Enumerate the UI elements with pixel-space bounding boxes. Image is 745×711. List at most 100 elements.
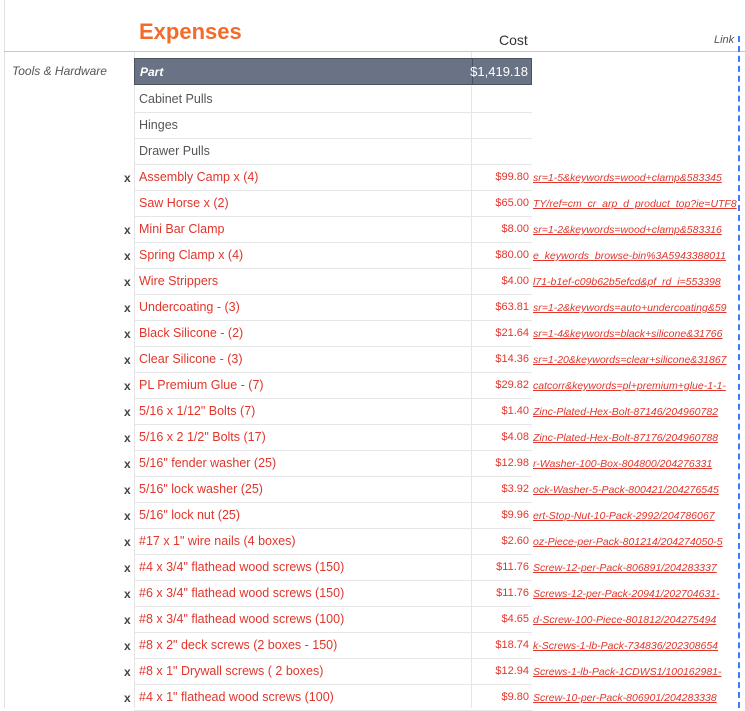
cost-column-header[interactable]: Cost	[499, 32, 528, 48]
purchased-mark[interactable]: x	[124, 301, 131, 315]
part-name[interactable]: 5/16 x 2 1/2" Bolts (17)	[139, 430, 266, 444]
product-link[interactable]: -Screws-12-per-Pack-20941/202704631	[533, 588, 738, 600]
purchased-mark[interactable]: x	[124, 639, 131, 653]
table-row[interactable]: x #8 x 3/4" flathead wood screws (100) $4.…	[0, 607, 745, 633]
table-row[interactable]: x Undercoating - (3) $63.81 59&sr=1-2&keywo…	[0, 295, 745, 321]
link-column-header[interactable]: Link	[714, 34, 734, 46]
part-cost[interactable]: $18.74	[495, 639, 529, 651]
product-link[interactable]: Screw-12-per-Pack-806891/204283337	[533, 562, 738, 574]
purchased-mark[interactable]: x	[124, 691, 131, 705]
part-cost[interactable]: $14.36	[495, 353, 529, 365]
part-cost[interactable]: $12.98	[495, 457, 529, 469]
part-name[interactable]: 5/16 x 1/12" Bolts (7)	[139, 404, 255, 418]
table-row[interactable]: x PL Premium Glue - (7) $29.82 -1-1-catcorr…	[0, 373, 745, 399]
product-link[interactable]: -1-1-catcorr&keywords=pl+premium+glue	[533, 380, 738, 392]
part-cost[interactable]: $21.64	[495, 327, 529, 339]
product-link[interactable]: 583345&sr=1-5&keywords=wood+clamp	[533, 172, 738, 184]
purchased-mark[interactable]: x	[124, 353, 131, 367]
part-name[interactable]: Spring Clamp x (4)	[139, 248, 243, 262]
table-row[interactable]: x #4 x 3/4" flathead wood screws (150) $11…	[0, 555, 745, 581]
part-cost[interactable]: $1.40	[501, 405, 529, 417]
part-name[interactable]: Black Silicone - (2)	[139, 326, 243, 340]
product-link[interactable]: 5-oz-Piece-per-Pack-801214/204274050	[533, 536, 738, 548]
part-name[interactable]: Wire Strippers	[139, 274, 218, 288]
product-link[interactable]: Zinc-Plated-Hex-Bolt-87146/204960782	[533, 406, 738, 418]
product-link[interactable]: Screw-10-per-Pack-806901/204283338	[533, 692, 738, 704]
part-cost[interactable]: $4.00	[501, 275, 529, 287]
table-row[interactable]: x Spring Clamp x (4) $80.00 e_keywords_brow…	[0, 243, 745, 269]
part-cost[interactable]: $8.00	[501, 223, 529, 235]
table-row[interactable]: Hinges	[0, 113, 745, 139]
part-cost[interactable]: $9.80	[501, 691, 529, 703]
purchased-mark[interactable]: x	[124, 223, 131, 237]
part-cost[interactable]: $3.92	[501, 483, 529, 495]
part-name[interactable]: 5/16" lock nut (25)	[139, 508, 240, 522]
part-cost[interactable]: $80.00	[495, 249, 529, 261]
product-link[interactable]: Zinc-Plated-Hex-Bolt-87176/204960788	[533, 432, 738, 444]
part-cost[interactable]: $65.00	[495, 197, 529, 209]
part-header-row[interactable]: Part $1,419.18	[134, 58, 532, 85]
table-row[interactable]: x Black Silicone - (2) $21.64 31766&sr=1-4&…	[0, 321, 745, 347]
part-cost[interactable]: $9.96	[501, 509, 529, 521]
table-row[interactable]: x 5/16" fender washer (25) $12.98 r-Washer-…	[0, 451, 745, 477]
purchased-mark[interactable]: x	[124, 483, 131, 497]
table-row[interactable]: Cabinet Pulls	[0, 87, 745, 113]
table-row[interactable]: Saw Horse x (2) $65.00 TY/ref=cm_cr_arp_d_…	[0, 191, 745, 217]
table-row[interactable]: x 5/16 x 2 1/2" Bolts (17) $4.08 Zinc-Plate…	[0, 425, 745, 451]
table-row[interactable]: Drawer Pulls	[0, 139, 745, 165]
part-name[interactable]: Cabinet Pulls	[139, 92, 213, 106]
part-name[interactable]: #8 x 1" Drywall screws ( 2 boxes)	[139, 664, 323, 678]
part-name[interactable]: Clear Silicone - (3)	[139, 352, 243, 366]
table-row[interactable]: x Clear Silicone - (3) $14.36 31867&sr=1-20…	[0, 347, 745, 373]
table-row[interactable]: x Mini Bar Clamp $8.00 583316&sr=1-2&keywor…	[0, 217, 745, 243]
part-name[interactable]: #6 x 3/4" flathead wood screws (150)	[139, 586, 344, 600]
part-name[interactable]: #8 x 3/4" flathead wood screws (100)	[139, 612, 344, 626]
table-row[interactable]: x 5/16 x 1/12" Bolts (7) $1.40 Zinc-Plated-…	[0, 399, 745, 425]
part-name[interactable]: 5/16" lock washer (25)	[139, 482, 263, 496]
part-name[interactable]: Mini Bar Clamp	[139, 222, 224, 236]
part-name[interactable]: Saw Horse x (2)	[139, 196, 229, 210]
product-link[interactable]: 31867&sr=1-20&keywords=clear+silicone	[533, 354, 738, 366]
category-label[interactable]: Tools & Hardware	[12, 64, 107, 78]
product-link[interactable]: 31766&sr=1-4&keywords=black+silicone	[533, 328, 738, 340]
part-name[interactable]: Undercoating - (3)	[139, 300, 240, 314]
part-name[interactable]: Assembly Camp x (4)	[139, 170, 258, 184]
part-name[interactable]: Drawer Pulls	[139, 144, 210, 158]
part-name[interactable]: PL Premium Glue - (7)	[139, 378, 264, 392]
table-row[interactable]: x #4 x 1" flathead wood screws (100) $9.80…	[0, 685, 745, 711]
part-name[interactable]: #4 x 1" flathead wood screws (100)	[139, 690, 334, 704]
product-link[interactable]: -Screws-1-lb-Pack-1CDWS1/100162981	[533, 666, 738, 678]
product-link[interactable]: l71-b1ef-c09b62b5efcd&pf_rd_i=553398	[533, 276, 738, 288]
purchased-mark[interactable]: x	[124, 379, 131, 393]
product-link[interactable]: ert-Stop-Nut-10-Pack-2992/204786067	[533, 510, 738, 522]
part-cost[interactable]: $63.81	[495, 301, 529, 313]
purchased-mark[interactable]: x	[124, 535, 131, 549]
part-cost[interactable]: $11.76	[496, 587, 529, 599]
table-row[interactable]: x 5/16" lock washer (25) $3.92 ock-Washer-5…	[0, 477, 745, 503]
product-link[interactable]: ock-Washer-5-Pack-800421/204276545	[533, 484, 738, 496]
table-row[interactable]: x #8 x 1" Drywall screws ( 2 boxes) $12.94…	[0, 659, 745, 685]
product-link[interactable]: e_keywords_browse-bin%3A5943388011	[533, 250, 738, 262]
table-row[interactable]: x #8 x 2" deck screws (2 boxes - 150) $18.…	[0, 633, 745, 659]
purchased-mark[interactable]: x	[124, 613, 131, 627]
purchased-mark[interactable]: x	[124, 561, 131, 575]
purchased-mark[interactable]: x	[124, 275, 131, 289]
table-row[interactable]: x Assembly Camp x (4) $99.80 583345&sr=1-5&…	[0, 165, 745, 191]
part-cost[interactable]: $4.08	[501, 431, 529, 443]
product-link[interactable]: r-Washer-100-Box-804800/204276331	[533, 458, 738, 470]
part-name[interactable]: #17 x 1" wire nails (4 boxes)	[139, 534, 296, 548]
purchased-mark[interactable]: x	[124, 327, 131, 341]
table-row[interactable]: x 5/16" lock nut (25) $9.96 ert-Stop-Nut-10…	[0, 503, 745, 529]
purchased-mark[interactable]: x	[124, 431, 131, 445]
product-link[interactable]: 583316&sr=1-2&keywords=wood+clamp	[533, 224, 738, 236]
purchased-mark[interactable]: x	[124, 457, 131, 471]
table-row[interactable]: x Wire Strippers $4.00 l71-b1ef-c09b62b5efc…	[0, 269, 745, 295]
part-name[interactable]: #4 x 3/4" flathead wood screws (150)	[139, 560, 344, 574]
product-link[interactable]: k-Screws-1-lb-Pack-734836/202308654	[533, 640, 738, 652]
table-row[interactable]: x #6 x 3/4" flathead wood screws (150) $11…	[0, 581, 745, 607]
part-name[interactable]: Hinges	[139, 118, 178, 132]
product-link[interactable]: TY/ref=cm_cr_arp_d_product_top?ie=UTF8	[533, 198, 738, 210]
purchased-mark[interactable]: x	[124, 509, 131, 523]
purchased-mark[interactable]: x	[124, 587, 131, 601]
product-link[interactable]: 59&sr=1-2&keywords=auto+undercoating	[533, 302, 738, 314]
